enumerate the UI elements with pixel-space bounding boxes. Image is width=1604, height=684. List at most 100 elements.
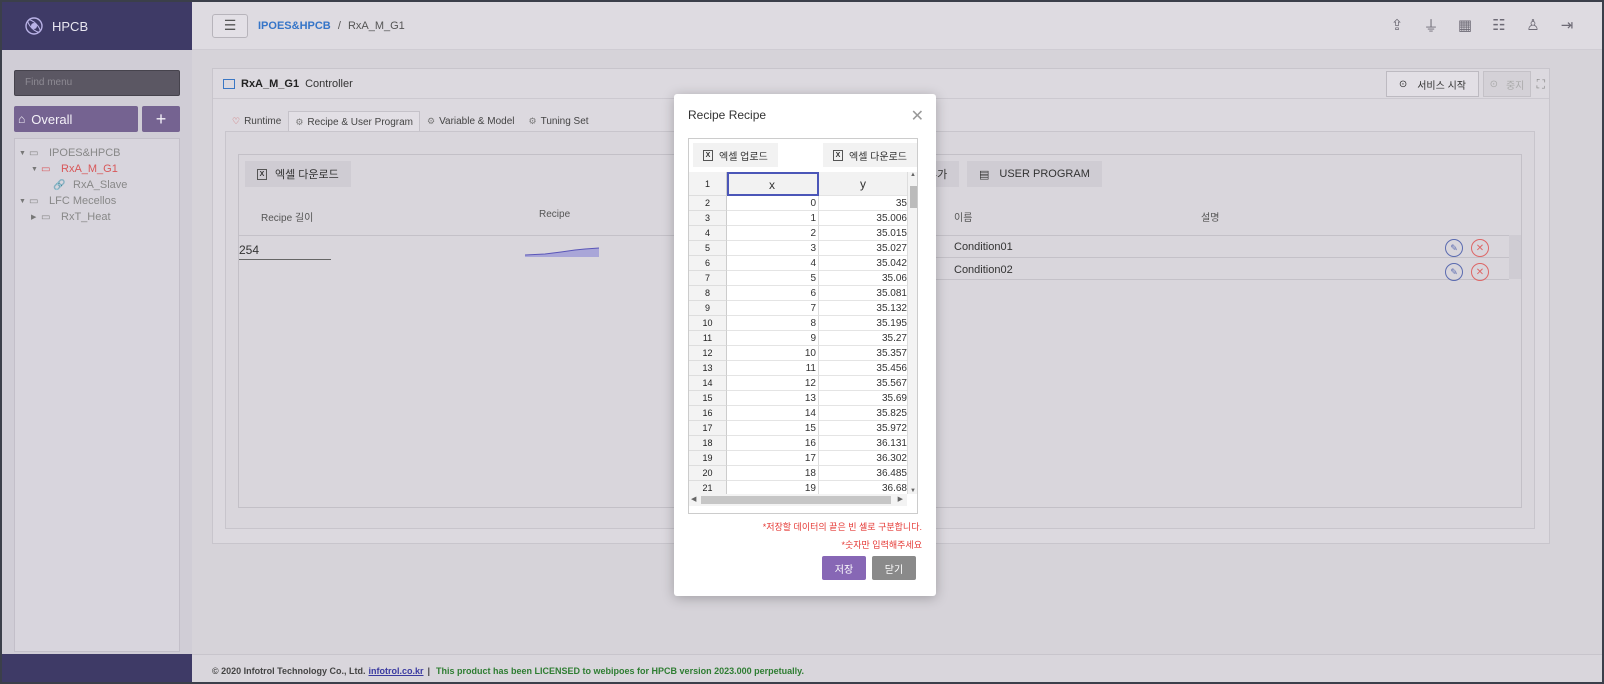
col-x-header[interactable]: x <box>727 172 819 196</box>
cell-x[interactable]: 9 <box>727 331 819 346</box>
cell-y[interactable]: 36.485 <box>819 466 907 481</box>
cell-y[interactable]: 35.06 <box>819 271 907 286</box>
cell-y[interactable]: 36.131 <box>819 436 907 451</box>
cell-y[interactable]: 35.015 <box>819 226 907 241</box>
plug-icon[interactable]: ⏚ <box>1422 16 1440 35</box>
stop-button[interactable]: ⊙ 중지 <box>1483 71 1531 97</box>
cell-x[interactable]: 2 <box>727 226 819 241</box>
table-icon[interactable]: ▦ <box>1456 16 1474 34</box>
caret-down-icon[interactable]: ▼ <box>19 150 29 157</box>
cell-y[interactable]: 35.567 <box>819 376 907 391</box>
cell-y[interactable]: 35.027 <box>819 241 907 256</box>
grid-row: 18 16 36.131 <box>689 436 907 451</box>
recipe-sparkline[interactable] <box>525 241 599 257</box>
scroll-right-icon[interactable]: ▶ <box>898 495 903 503</box>
caret-right-icon[interactable]: ▶ <box>31 213 41 221</box>
cell-y[interactable]: 35.69 <box>819 391 907 406</box>
cell-y[interactable]: 35.456 <box>819 361 907 376</box>
tab-recipe-user-program[interactable]: ⚙ Recipe & User Program <box>288 111 420 132</box>
cell-y[interactable]: 36.68 <box>819 481 907 494</box>
cell-x[interactable]: 10 <box>727 346 819 361</box>
cell-x[interactable]: 16 <box>727 436 819 451</box>
brand[interactable]: HPCB <box>2 2 192 50</box>
cell-x[interactable]: 18 <box>727 466 819 481</box>
close-icon[interactable]: ✕ <box>911 106 924 126</box>
scroll-up-icon[interactable]: ▲ <box>910 172 916 178</box>
company-link[interactable]: infotrol.co.kr <box>368 666 423 676</box>
tree-item-rxa-slave[interactable]: 🔗 RxA_Slave <box>19 177 179 193</box>
cell-x[interactable]: 7 <box>727 301 819 316</box>
expand-icon[interactable]: ⛶ <box>1537 77 1545 92</box>
cell-x[interactable]: 15 <box>727 421 819 436</box>
scroll-down-icon[interactable]: ▼ <box>910 488 916 494</box>
group-icon[interactable]: ☷ <box>1490 16 1508 34</box>
upload-icon[interactable]: ⇪ <box>1388 16 1406 34</box>
excel-download-button[interactable]: X 엑셀 다운로드 <box>823 143 917 167</box>
horizontal-scrollbar[interactable]: ◀ ▶ <box>689 494 907 506</box>
cell-y[interactable]: 35.972 <box>819 421 907 436</box>
caret-down-icon[interactable]: ▼ <box>19 198 29 205</box>
find-menu-input[interactable]: Find menu <box>14 70 180 96</box>
excel-download-button[interactable]: X 엑셀 다운로드 <box>245 161 351 187</box>
cell-y[interactable]: 35.27 <box>819 331 907 346</box>
cell-y[interactable]: 35 <box>819 196 907 211</box>
tree-item-rxt-heat[interactable]: ▶ ▭ RxT_Heat <box>19 209 179 225</box>
tab-variable-model[interactable]: ⚙ Variable & Model <box>420 111 522 132</box>
cell-y[interactable]: 35.042 <box>819 256 907 271</box>
col-y-header[interactable]: y <box>819 172 907 196</box>
cell-y[interactable]: 35.357 <box>819 346 907 361</box>
scroll-thumb[interactable] <box>701 496 891 504</box>
cell-x[interactable]: 6 <box>727 286 819 301</box>
menu-toggle-button[interactable]: ☰ <box>212 13 248 38</box>
cell-y[interactable]: 35.006 <box>819 211 907 226</box>
cell-x[interactable]: 3 <box>727 241 819 256</box>
caret-down-icon[interactable]: ▼ <box>31 166 41 173</box>
logout-icon[interactable]: ⇥ <box>1558 16 1576 34</box>
tab-runtime[interactable]: ♡ Runtime <box>225 111 288 132</box>
add-button[interactable]: + <box>142 106 180 132</box>
link-icon: 🔗 <box>53 179 66 191</box>
cell-y[interactable]: 35.081 <box>819 286 907 301</box>
cell-y[interactable]: 35.825 <box>819 406 907 421</box>
user-icon[interactable]: ♙ <box>1524 16 1542 34</box>
grid-row: 7 5 35.06 <box>689 271 907 286</box>
cell-x[interactable]: 0 <box>727 196 819 211</box>
cell-x[interactable]: 11 <box>727 361 819 376</box>
list-icon: ▤ <box>979 168 990 181</box>
scroll-left-icon[interactable]: ◀ <box>691 495 696 503</box>
cell-y[interactable]: 36.302 <box>819 451 907 466</box>
excel-upload-button[interactable]: X 엑셀 업로드 <box>693 143 778 167</box>
tree-item-ipoes-hpcb[interactable]: ▼ ▭ IPOES&HPCB <box>19 145 179 161</box>
edit-icon[interactable]: ✎ <box>1445 239 1463 257</box>
vertical-scrollbar[interactable]: ▲ ▼ <box>907 172 917 494</box>
cell-x[interactable]: 17 <box>727 451 819 466</box>
cell-y[interactable]: 35.195 <box>819 316 907 331</box>
scroll-thumb[interactable] <box>910 186 917 208</box>
cell-y[interactable]: 35.132 <box>819 301 907 316</box>
cell-x[interactable]: 4 <box>727 256 819 271</box>
cell-x[interactable]: 14 <box>727 406 819 421</box>
delete-icon[interactable]: ✕ <box>1471 263 1489 281</box>
cell-x[interactable]: 1 <box>727 211 819 226</box>
recipe-length-value: 254 <box>239 243 331 260</box>
tab-tuning-set[interactable]: ⚙ Tuning Set <box>522 111 596 132</box>
breadcrumb-root[interactable]: IPOES&HPCB <box>258 20 331 32</box>
user-program-button[interactable]: ▤ USER PROGRAM <box>967 161 1102 187</box>
grid-row: 13 11 35.456 <box>689 361 907 376</box>
scrollbar[interactable] <box>1509 235 1521 279</box>
tree-item-lfc-mecellos[interactable]: ▼ ▭ LFC Mecellos <box>19 193 179 209</box>
tree-item-rxa-m-g1[interactable]: ▼ ▭ RxA_M_G1 <box>19 161 179 177</box>
delete-icon[interactable]: ✕ <box>1471 239 1489 257</box>
cell-x[interactable]: 19 <box>727 481 819 494</box>
cell-x[interactable]: 13 <box>727 391 819 406</box>
overall-button[interactable]: ⌂ Overall <box>14 106 138 132</box>
col-recipe: Recipe <box>539 209 571 220</box>
row-number: 11 <box>689 331 727 346</box>
edit-icon[interactable]: ✎ <box>1445 263 1463 281</box>
cell-x[interactable]: 5 <box>727 271 819 286</box>
cell-x[interactable]: 8 <box>727 316 819 331</box>
save-button[interactable]: 저장 <box>822 556 866 580</box>
service-start-button[interactable]: ⊙ 서비스 시작 <box>1385 71 1479 97</box>
close-button[interactable]: 닫기 <box>872 556 916 580</box>
cell-x[interactable]: 12 <box>727 376 819 391</box>
